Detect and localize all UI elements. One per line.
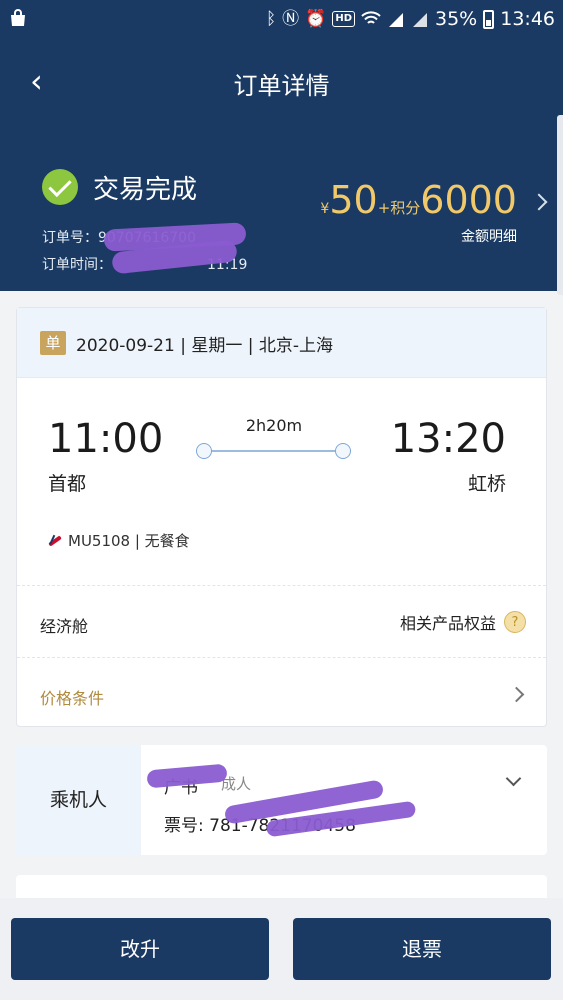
battery-icon: [483, 9, 495, 29]
action-bar: 改升 退票: [0, 898, 563, 1000]
arrival-time: 13:20: [390, 416, 506, 462]
wifi-icon: [361, 11, 381, 24]
chevron-right-icon[interactable]: [508, 686, 525, 703]
hd-icon: HD: [332, 11, 355, 27]
order-number-label: 订单号：9: [42, 230, 107, 246]
check-circle-icon: [42, 169, 78, 205]
flight-number-info: MU5108 | 无餐食: [48, 530, 190, 551]
divider: [17, 585, 546, 586]
question-icon[interactable]: ?: [504, 611, 526, 633]
flight-duration: 2h20m: [245, 416, 303, 435]
ticket-number-label: 票号:: [164, 816, 204, 836]
price-amount: 50: [329, 178, 378, 222]
price-detail-link[interactable]: 金额明细: [461, 226, 517, 246]
redaction-scribble: [146, 763, 228, 789]
flight-number-text: MU5108 | 无餐食: [68, 532, 190, 550]
flight-summary: 单 2020-09-21 | 星期一 | 北京-上海: [17, 308, 546, 378]
route-end-dot: [335, 443, 351, 459]
scrollbar[interactable]: [557, 115, 563, 295]
alarm-icon: ⏰: [305, 9, 327, 29]
nfc-icon: Ⓝ: [282, 9, 300, 29]
chevron-right-icon[interactable]: [530, 193, 548, 211]
product-benefits-label: 相关产品权益: [399, 614, 496, 633]
points-label: +积分: [377, 199, 421, 217]
signal-4g-icon: [389, 13, 403, 27]
product-benefits-link[interactable]: 相关产品权益 ?: [400, 610, 526, 634]
bluetooth-icon: ᛒ: [265, 9, 277, 29]
refund-button[interactable]: 退票: [293, 918, 551, 980]
clock: 13:46: [500, 8, 555, 30]
price-conditions-link[interactable]: 价格条件: [40, 685, 104, 709]
order-time-label: 订单时间：: [42, 257, 112, 273]
arrival-airport: 虹桥: [467, 473, 506, 495]
signal-3g-icon: [413, 13, 427, 27]
shopping-bag-icon: [11, 9, 25, 26]
page-title: 订单详情: [233, 72, 330, 100]
upgrade-button[interactable]: 改升: [11, 918, 269, 980]
passenger-label: 乘机人: [16, 745, 141, 855]
order-price[interactable]: ¥50+积分6000: [320, 180, 517, 220]
cabin-class: 经济舱: [40, 617, 89, 636]
departure-time: 11:00: [48, 416, 164, 462]
divider: [17, 657, 546, 658]
flight-date-route: 2020-09-21 | 星期一 | 北京-上海: [76, 336, 334, 356]
chevron-down-icon[interactable]: [505, 770, 522, 787]
route-start-dot: [196, 443, 212, 459]
status-bar: ᛒ Ⓝ ⏰ HD 35% 13:46: [0, 0, 563, 38]
points-amount: 6000: [420, 178, 517, 222]
route-line: [203, 450, 351, 452]
flight-card: 单 2020-09-21 | 星期一 | 北京-上海 11:00 首都 2h20…: [16, 307, 547, 727]
order-status: 交易完成: [93, 175, 198, 205]
airline-logo-icon: [48, 534, 62, 548]
currency-symbol: ¥: [320, 201, 330, 217]
passenger-card: 乘机人 广书 成人 票号: 781-7821170458: [16, 745, 547, 855]
status-icons: ᛒ Ⓝ ⏰ HD 35% 13:46: [266, 6, 555, 32]
departure-airport: 首都: [48, 473, 87, 495]
order-header: ᛒ Ⓝ ⏰ HD 35% 13:46 ‹ 订单详情 交易完成 订单号：90707…: [0, 0, 563, 291]
single-trip-badge: 单: [40, 331, 66, 355]
battery-percent: 35%: [435, 8, 478, 30]
